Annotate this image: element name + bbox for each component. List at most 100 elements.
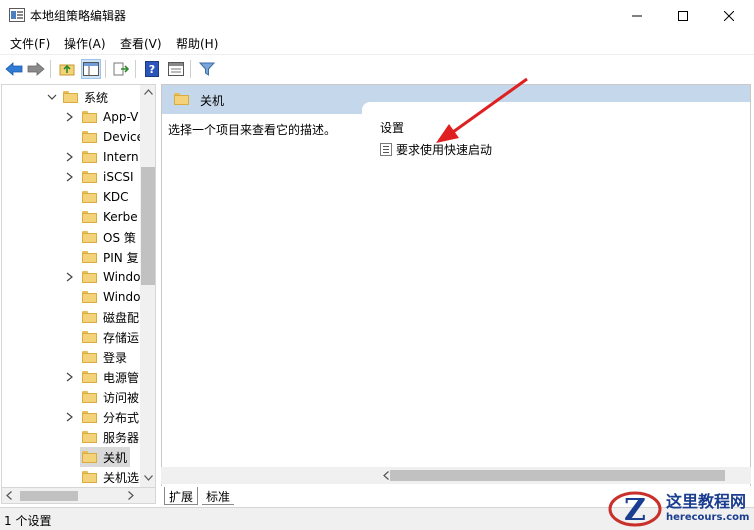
tree-item-label: 关机 <box>103 450 128 465</box>
tree-item-label: 关机选 <box>103 470 140 485</box>
toolbar-separator <box>50 60 51 78</box>
scroll-up-icon[interactable] <box>144 89 153 95</box>
tree-item-label: 系统 <box>84 90 109 105</box>
filter-icon <box>199 62 215 76</box>
tree-item-label: 登录 <box>103 350 128 365</box>
tree-item-label: Intern <box>103 150 139 164</box>
folder-icon <box>82 311 97 323</box>
folder-icon <box>82 131 97 143</box>
close-button[interactable] <box>706 0 752 31</box>
tree-item[interactable]: 关机 <box>80 447 130 467</box>
tree-horizontal-scrollbar[interactable] <box>1 487 156 504</box>
watermark-logo: Z <box>608 491 662 528</box>
folder-icon <box>82 211 97 223</box>
show-hide-tree-icon <box>83 62 99 76</box>
tab-extended[interactable]: 扩展 <box>164 487 199 505</box>
tree-item-system[interactable]: 系统 <box>47 87 108 107</box>
menu-action[interactable]: 操作(A) <box>64 35 106 52</box>
folder-icon <box>82 371 97 383</box>
status-text: 1 个设置 <box>4 514 52 528</box>
tree-item[interactable]: 磁盘配 <box>66 307 139 327</box>
menu-file[interactable]: 文件(F) <box>10 35 50 52</box>
tab-standard[interactable]: 标准 <box>202 487 235 505</box>
tree-item[interactable]: App-V <box>66 107 138 127</box>
folder-icon <box>82 251 97 263</box>
maximize-icon <box>678 10 688 21</box>
tree-item[interactable]: Windo <box>66 267 141 287</box>
tree-item[interactable]: 服务器 <box>66 427 139 447</box>
minimize-icon <box>632 15 642 16</box>
tree-item[interactable]: OS 策 <box>66 227 136 247</box>
folder-icon <box>82 231 97 243</box>
folder-icon <box>82 431 97 443</box>
tree-item[interactable]: Intern <box>66 147 139 167</box>
properties-button[interactable] <box>166 59 186 79</box>
properties-icon <box>168 62 184 76</box>
chevron-right-icon[interactable] <box>66 272 74 282</box>
toolbar: ? <box>0 54 754 82</box>
scroll-right-icon[interactable] <box>128 491 134 500</box>
tree-item[interactable]: PIN 复 <box>66 247 139 267</box>
tree-item[interactable]: iSCSI <box>66 167 134 187</box>
tree-item[interactable]: 登录 <box>66 347 127 367</box>
tree-item[interactable]: Windo <box>66 287 141 307</box>
tree-item[interactable]: Device <box>66 127 144 147</box>
tree-item[interactable]: 关机选 <box>66 467 139 487</box>
folder-icon <box>174 93 189 105</box>
tree-item-label: 电源管 <box>103 370 140 385</box>
chevron-down-icon <box>47 94 57 100</box>
tree-item-label: 服务器 <box>103 430 140 445</box>
tree-item[interactable]: 访问被 <box>66 387 139 407</box>
folder-icon <box>63 91 78 103</box>
maximize-button[interactable] <box>660 0 706 31</box>
watermark: Z 这里教程网 herecours.com <box>604 488 754 530</box>
tree-item[interactable]: Kerbe <box>66 207 138 227</box>
tree-pane[interactable]: 系统 App-V Device Intern iSCSI KDC Kerbe OS 策 PIN… <box>1 84 156 488</box>
filter-button[interactable] <box>197 59 217 79</box>
forward-button[interactable] <box>26 59 46 79</box>
minimize-button[interactable] <box>614 0 660 31</box>
settings-column-header[interactable]: 设置 <box>380 119 404 136</box>
description-text: 选择一个项目来查看它的描述。 <box>168 123 337 137</box>
chevron-right-icon[interactable] <box>66 412 74 422</box>
chevron-right-icon[interactable] <box>66 112 74 122</box>
chevron-right-icon[interactable] <box>66 172 74 182</box>
tree-item-label: 分布式 <box>103 410 140 425</box>
folder-icon <box>82 291 97 303</box>
chevron-right-icon[interactable] <box>66 372 74 382</box>
folder-icon <box>82 451 97 463</box>
setting-label: 要求使用快速启动 <box>396 142 493 157</box>
tree-item[interactable]: KDC <box>66 187 129 207</box>
detail-header-title: 关机 <box>200 94 225 108</box>
tree-item-label: 存储运 <box>103 330 140 345</box>
menu-bar: 文件(F) 操作(A) 查看(V) 帮助(H) <box>0 31 754 54</box>
tree-item-label: iSCSI <box>103 170 134 184</box>
detail-hscroll-thumb[interactable] <box>390 470 725 481</box>
scroll-left-icon[interactable] <box>6 491 12 500</box>
toolbar-separator <box>105 60 106 78</box>
help-button[interactable]: ? <box>142 59 162 79</box>
tree-item[interactable]: 存储运 <box>66 327 139 347</box>
tree-hscroll-thumb[interactable] <box>20 491 78 501</box>
menu-help[interactable]: 帮助(H) <box>176 35 218 52</box>
tree-vertical-scrollbar[interactable] <box>140 85 155 487</box>
menu-view[interactable]: 查看(V) <box>120 35 162 52</box>
setting-row-require-fast-startup[interactable]: 要求使用快速启动 <box>380 141 492 157</box>
back-button[interactable] <box>4 59 24 79</box>
watermark-title: 这里教程网 <box>666 492 747 511</box>
chevron-right-icon[interactable] <box>66 152 74 162</box>
detail-pane: 关机 选择一个项目来查看它的描述。 设置 要求使用快速启动 <box>161 84 751 488</box>
tree-item[interactable]: 分布式 <box>66 407 139 427</box>
toolbar-separator <box>135 60 136 78</box>
tree-scroll-thumb[interactable] <box>141 167 155 285</box>
detail-horizontal-scrollbar[interactable] <box>161 467 751 484</box>
app-icon <box>9 8 25 22</box>
scroll-left-icon[interactable] <box>383 471 389 480</box>
up-folder-button[interactable] <box>57 59 77 79</box>
scroll-down-icon[interactable] <box>144 475 153 481</box>
export-list-button[interactable] <box>111 59 131 79</box>
up-folder-icon <box>59 64 75 76</box>
tree-item[interactable]: 电源管 <box>66 367 139 387</box>
forward-icon <box>27 62 45 76</box>
show-hide-tree-button[interactable] <box>81 59 101 79</box>
